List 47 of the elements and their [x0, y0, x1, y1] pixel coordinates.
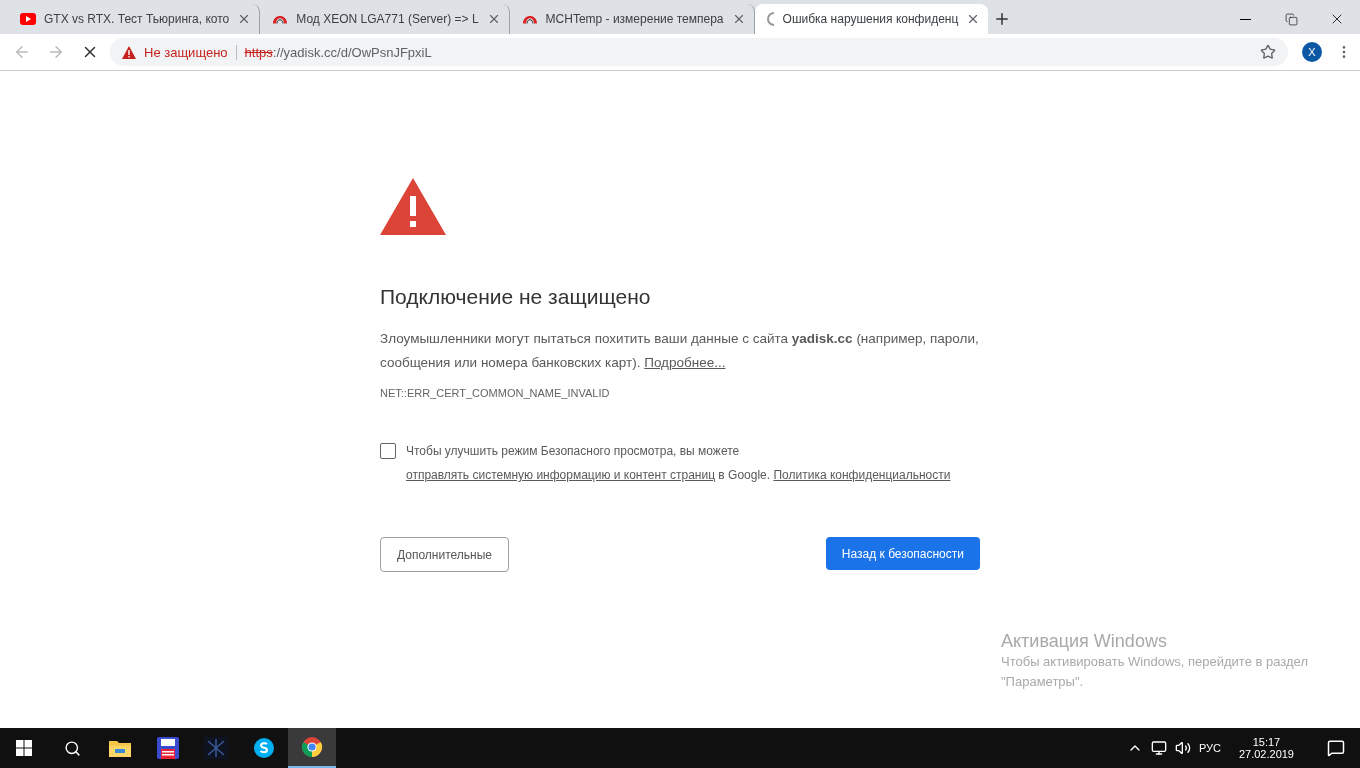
browser-tab[interactable]: Мод XEON LGA771 (Server) => L	[260, 4, 510, 34]
browser-tab[interactable]: MCHTemp - измерение темпера	[509, 4, 755, 34]
search-icon	[63, 739, 81, 757]
address-bar[interactable]: Не защищено https://yadisk.cc/d/OwPsnJFpxiL	[110, 38, 1288, 66]
activation-text: Чтобы активировать Windows, перейдите в раздел "Параметры".	[1001, 653, 1309, 691]
chrome-icon	[301, 736, 323, 758]
forward-arrow-icon	[47, 43, 65, 61]
error-description: Злоумышленники могут пытаться похитить ваши данные с сайта yadisk.cc (например, пароли, сообщения или номера банковских карт). Подробнее...	[380, 330, 980, 372]
activation-title: Активация Windows	[1001, 631, 1168, 652]
windows-logo-icon	[16, 740, 32, 756]
minimize-icon	[1239, 18, 1251, 20]
clock-date[interactable]: 27.02.2019	[1238, 748, 1294, 760]
taskbar-app-button[interactable]	[288, 728, 336, 768]
warning-icon	[122, 45, 136, 59]
skype-icon	[253, 737, 275, 759]
folder-icon	[109, 739, 131, 757]
loading-spinner-icon	[766, 12, 775, 26]
checkbox[interactable]	[380, 443, 396, 459]
tab-title: GTX vs RTX. Тест Тьюринга, кото	[44, 12, 230, 26]
network-icon[interactable]	[1150, 740, 1167, 756]
browser-tab[interactable]: GTX vs RTX. Тест Тьюринга, кото	[8, 4, 261, 34]
opt-in-text: Чтобы улучшить режим Безопасного просмотра, вы можете отправлять системную информацию и контент страниц в Google. Политика конфиденциальности	[406, 443, 952, 484]
profile-avatar[interactable]: X	[1302, 42, 1322, 62]
security-label[interactable]: Не защищено	[144, 44, 237, 60]
tab-title: MCHTemp - измерение темпера	[545, 12, 724, 26]
tab-title: Мод XEON LGA771 (Server) => L	[296, 12, 479, 26]
speech-bubble-icon	[1327, 739, 1345, 757]
back-to-safety-button[interactable]: Назад к безопасности	[825, 537, 980, 570]
warning-icon	[380, 178, 446, 235]
arc-icon	[272, 14, 289, 24]
url-text: https://yadisk.cc/d/OwPsnJFpxiL	[244, 44, 432, 60]
text-link[interactable]: Политика конфиденциальности	[773, 468, 951, 482]
error-heading: Подключение не защищено	[380, 285, 651, 309]
volume-icon[interactable]	[1174, 740, 1191, 756]
language-indicator[interactable]: РУС	[1198, 742, 1221, 754]
restore-icon	[1284, 12, 1298, 26]
clock-time[interactable]: 15:17	[1252, 736, 1281, 748]
bookmark-star-icon[interactable]	[1260, 44, 1276, 60]
advanced-button[interactable]: Дополнительные	[380, 537, 509, 572]
video-icon	[20, 13, 36, 25]
browser-tab[interactable]: Ошибка нарушения конфиденц	[754, 4, 989, 34]
text-link[interactable]: Подробнее...	[644, 355, 726, 370]
tab-title: Ошибка нарушения конфиденц	[782, 12, 959, 26]
text-link[interactable]: отправлять системную информацию и контент страниц	[406, 468, 716, 482]
dark-app-icon	[204, 737, 228, 759]
arc-icon	[521, 14, 538, 24]
error-code: NET::ERR_CERT_COMMON_NAME_INVALID	[380, 387, 610, 399]
